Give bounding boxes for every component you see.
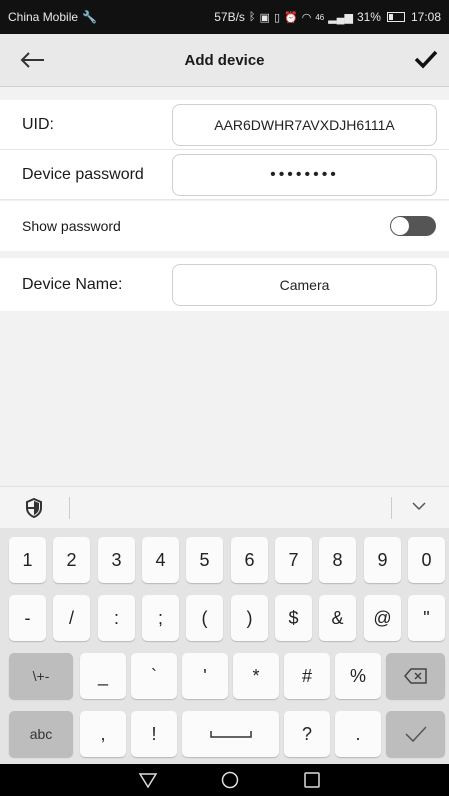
key[interactable]: / [53, 595, 90, 641]
page-title: Add device [184, 51, 265, 69]
key[interactable]: 5 [186, 537, 223, 583]
key[interactable]: ' [182, 653, 228, 699]
key[interactable]: ) [231, 595, 268, 641]
navigation-bar [0, 764, 449, 796]
uid-row: UID: AAR6DWHR7AVXDJH6111A [0, 100, 449, 150]
backspace-icon [403, 668, 427, 684]
battery-icon [386, 12, 405, 22]
show-password-row: Show password [0, 201, 449, 251]
key[interactable]: @ [364, 595, 401, 641]
title-bar: Add device [0, 34, 449, 87]
alarm-icon: ⏰ [284, 11, 298, 24]
back-button[interactable] [18, 46, 48, 74]
show-password-toggle[interactable] [390, 216, 436, 236]
home-circle-icon[interactable] [220, 770, 240, 790]
key[interactable]: 2 [53, 537, 90, 583]
device-name-label: Device Name: [22, 275, 123, 293]
toggle-knob [391, 217, 409, 235]
chevron-down-icon[interactable] [411, 501, 427, 511]
key[interactable]: 1 [9, 537, 46, 583]
password-row: Device password •••••••• [0, 150, 449, 200]
bluetooth-icon: ᛒ [248, 11, 256, 23]
key[interactable]: ` [131, 653, 177, 699]
key[interactable]: _ [80, 653, 126, 699]
key[interactable]: ( [186, 595, 223, 641]
toolbar-divider [391, 497, 392, 519]
key[interactable]: 8 [319, 537, 356, 583]
checkmark-icon [404, 726, 427, 743]
show-password-label: Show password [22, 218, 121, 234]
enter-key[interactable] [386, 711, 445, 757]
key[interactable]: " [408, 595, 445, 641]
checkmark-icon [414, 50, 438, 69]
password-field[interactable]: •••••••• [172, 153, 437, 196]
key[interactable]: $ [275, 595, 312, 641]
key[interactable]: - [9, 595, 46, 641]
vibrate-icon: ▯ [273, 11, 280, 24]
carrier-name: China Mobile [8, 10, 79, 24]
signal-icon: ▂▄▆ [328, 11, 353, 24]
key[interactable]: 4 [142, 537, 179, 583]
key[interactable]: , [80, 711, 126, 757]
key[interactable]: 3 [98, 537, 135, 583]
key[interactable]: ? [284, 711, 330, 757]
soft-keyboard: 1 2 3 4 5 6 7 8 9 0 - / : ; ( ) $ & @ " … [0, 528, 449, 764]
network-type: 46 [315, 12, 325, 22]
key[interactable]: & [319, 595, 356, 641]
key[interactable]: 9 [364, 537, 401, 583]
key[interactable]: # [284, 653, 330, 699]
device-name-row: Device Name: Camera [0, 258, 449, 311]
backspace-key[interactable] [386, 653, 445, 699]
status-bar: China Mobile 🔧 57B/s ᛒ ▣ ▯ ⏰ ◠ 46 ▂▄▆ 31… [0, 0, 449, 34]
abc-key[interactable]: abc [9, 711, 73, 757]
key[interactable]: % [335, 653, 381, 699]
network-speed: 57B/s [214, 10, 245, 24]
status-right: 57B/s ᛒ ▣ ▯ ⏰ ◠ 46 ▂▄▆ 31% 17:08 [214, 10, 441, 24]
back-triangle-icon[interactable] [138, 770, 158, 790]
key[interactable]: ; [142, 595, 179, 641]
symbol-toggle-key[interactable]: \+- [9, 653, 73, 699]
recents-square-icon[interactable] [302, 770, 322, 790]
wifi-icon: ◠ [301, 11, 312, 24]
wrench-icon: 🔧 [82, 10, 97, 24]
back-arrow-icon [20, 52, 44, 68]
key[interactable]: : [98, 595, 135, 641]
key[interactable]: . [335, 711, 381, 757]
shield-icon [26, 498, 42, 518]
confirm-button[interactable] [411, 44, 441, 74]
space-bar-icon [209, 731, 252, 738]
key[interactable]: 7 [275, 537, 312, 583]
space-key[interactable] [182, 711, 279, 757]
key[interactable]: 0 [408, 537, 445, 583]
key[interactable]: ! [131, 711, 177, 757]
key[interactable]: * [233, 653, 279, 699]
toolbar-divider [69, 497, 70, 519]
uid-field[interactable]: AAR6DWHR7AVXDJH6111A [172, 103, 437, 146]
key[interactable]: 6 [231, 537, 268, 583]
device-name-field[interactable]: Camera [172, 263, 437, 306]
uid-label: UID: [22, 115, 54, 133]
status-left: China Mobile 🔧 [8, 10, 97, 24]
nfc-icon: ▣ [259, 11, 270, 24]
keyboard-toolbar [0, 486, 449, 529]
battery-percent: 31% [356, 10, 381, 24]
clock: 17:08 [410, 10, 441, 24]
password-label: Device password [22, 165, 144, 183]
